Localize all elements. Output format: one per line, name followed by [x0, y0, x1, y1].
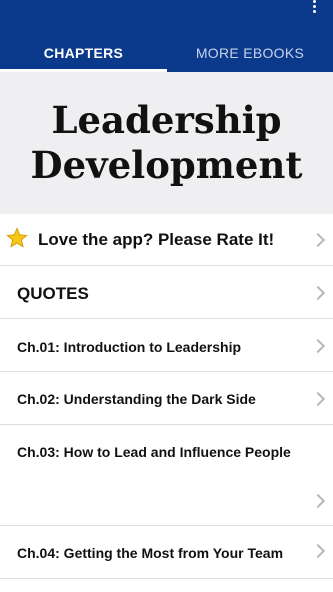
- book-title: Leadership Development: [0, 98, 333, 188]
- chapter-label: Ch.04: Getting the Most from Your Team: [17, 545, 284, 561]
- chapter-label: Ch.01: Introduction to Leadership: [17, 339, 242, 355]
- tab-chapters[interactable]: CHAPTERS: [0, 42, 167, 64]
- chapter-item-04[interactable]: Ch.04: Getting the Most from Your Team: [0, 526, 333, 579]
- chapter-item-02[interactable]: Ch.02: Understanding the Dark Side: [0, 372, 333, 425]
- tab-more-ebooks[interactable]: MORE EBOOKS: [167, 42, 333, 64]
- quotes-item[interactable]: QUOTES: [0, 266, 333, 319]
- star-icon: [6, 227, 28, 248]
- rate-app-label: Love the app? Please Rate It!: [38, 230, 275, 249]
- chevron-right-icon: [310, 338, 326, 354]
- chapter-item-01[interactable]: Ch.01: Introduction to Leadership: [0, 319, 333, 372]
- book-title-line-2: Development: [30, 143, 303, 187]
- chevron-right-icon: [310, 493, 326, 509]
- more-vertical-icon[interactable]: [309, 0, 319, 14]
- chevron-right-icon: [310, 232, 326, 248]
- chapter-label: Ch.03: How to Lead and Influence People: [17, 444, 291, 460]
- book-title-banner: Leadership Development: [0, 72, 333, 214]
- chevron-right-icon: [310, 285, 326, 301]
- chapter-label: Ch.02: Understanding the Dark Side: [17, 391, 256, 407]
- chevron-right-icon: [310, 391, 326, 407]
- chevron-right-icon: [310, 543, 326, 559]
- chapter-item-03[interactable]: Ch.03: How to Lead and Influence People: [0, 425, 333, 526]
- book-title-line-1: Leadership: [51, 98, 282, 142]
- app-bar: CHAPTERS MORE EBOOKS: [0, 0, 333, 72]
- quotes-label: QUOTES: [17, 284, 89, 303]
- rate-app-item[interactable]: Love the app? Please Rate It!: [0, 214, 333, 266]
